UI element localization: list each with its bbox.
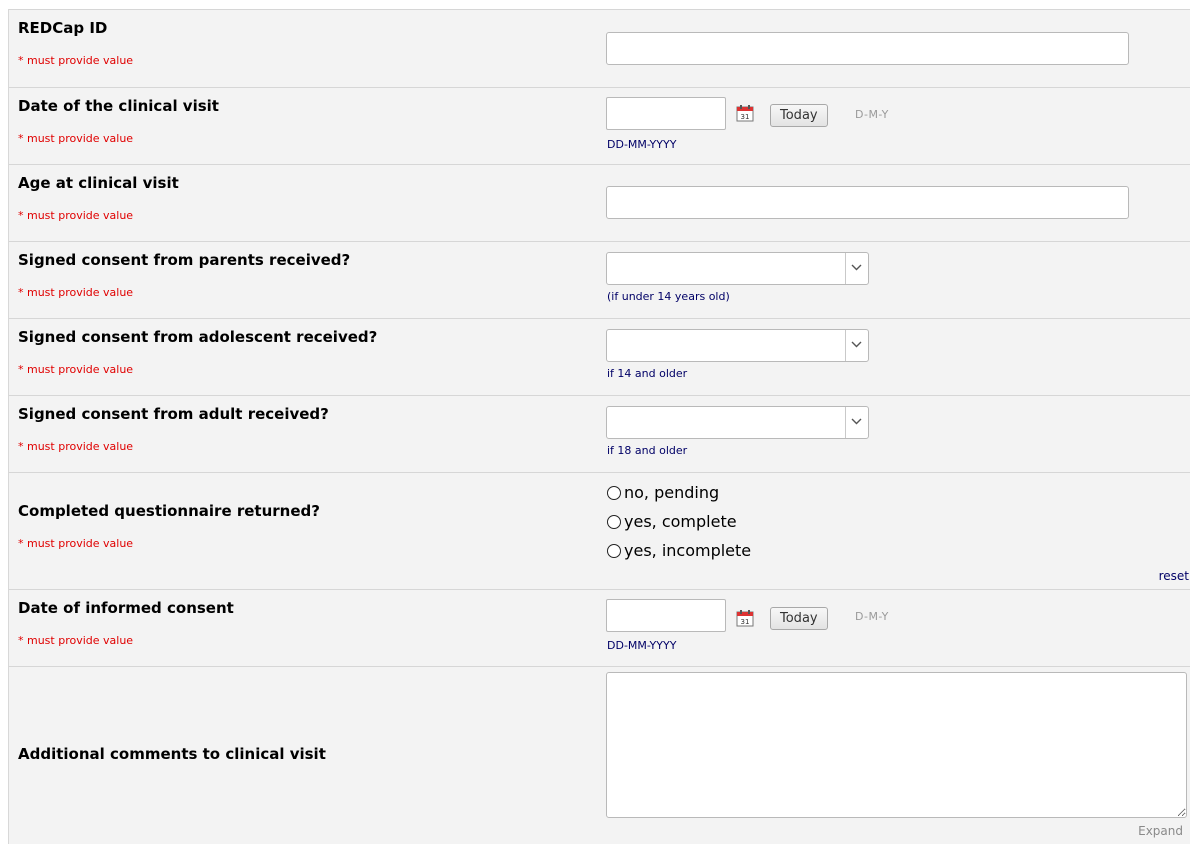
comments-expand-link[interactable]: Expand bbox=[1138, 824, 1183, 838]
age-input[interactable] bbox=[606, 186, 1129, 219]
consent-parents-note: (if under 14 years old) bbox=[607, 290, 730, 303]
radio-circle[interactable] bbox=[607, 543, 621, 558]
radio-yes-complete-label: yes, complete bbox=[624, 512, 737, 531]
radio-circle[interactable] bbox=[607, 514, 621, 529]
age-label: Age at clinical visit bbox=[18, 174, 179, 192]
chevron-down-icon[interactable] bbox=[845, 330, 868, 361]
visit-date-today-button[interactable]: Today bbox=[770, 104, 828, 127]
calendar-icon[interactable]: 31 bbox=[736, 104, 754, 122]
consent-date-format-note: DD-MM-YYYY bbox=[607, 639, 677, 652]
consent-adult-label: Signed consent from adult received? bbox=[18, 405, 329, 423]
consent-adolescent-select[interactable] bbox=[606, 329, 869, 362]
radio-yes-complete[interactable]: yes, complete bbox=[607, 512, 737, 531]
radio-no-pending-label: no, pending bbox=[624, 483, 720, 502]
questionnaire-reset-link[interactable]: reset bbox=[1159, 569, 1189, 583]
consent-adult-note: if 18 and older bbox=[607, 444, 688, 457]
questionnaire-label: Completed questionnaire returned? bbox=[18, 502, 320, 520]
data-entry-form: REDCap ID * must provide value Date of t… bbox=[8, 9, 1190, 844]
svg-text:31: 31 bbox=[741, 618, 750, 626]
consent-parents-required: * must provide value bbox=[18, 286, 134, 299]
svg-text:31: 31 bbox=[741, 113, 750, 121]
consent-date-label: Date of informed consent bbox=[18, 599, 234, 617]
calendar-icon[interactable]: 31 bbox=[736, 609, 754, 627]
consent-adult-required: * must provide value bbox=[18, 440, 134, 453]
row-consent-date: Date of informed consent * must provide … bbox=[9, 589, 1190, 666]
questionnaire-required: * must provide value bbox=[18, 537, 134, 550]
redcap-id-label: REDCap ID bbox=[18, 19, 108, 37]
visit-date-required: * must provide value bbox=[18, 132, 134, 145]
redcap-id-required: * must provide value bbox=[18, 54, 134, 67]
consent-adolescent-note: if 14 and older bbox=[607, 367, 688, 380]
consent-parents-select[interactable] bbox=[606, 252, 869, 285]
visit-date-input[interactable] bbox=[606, 97, 726, 130]
consent-date-today-button[interactable]: Today bbox=[770, 607, 828, 630]
comments-textarea[interactable] bbox=[606, 672, 1187, 818]
consent-adolescent-label: Signed consent from adolescent received? bbox=[18, 328, 378, 346]
row-visit-date: Date of the clinical visit * must provid… bbox=[9, 87, 1190, 164]
consent-parents-label: Signed consent from parents received? bbox=[18, 251, 351, 269]
redcap-id-input[interactable] bbox=[606, 32, 1129, 65]
consent-adolescent-required: * must provide value bbox=[18, 363, 134, 376]
chevron-down-icon[interactable] bbox=[845, 407, 868, 438]
row-consent-parents: Signed consent from parents received? * … bbox=[9, 241, 1190, 318]
radio-no-pending[interactable]: no, pending bbox=[607, 483, 719, 502]
visit-date-format-hint: D-M-Y bbox=[855, 108, 889, 121]
row-comments: Additional comments to clinical visit Ex… bbox=[9, 666, 1190, 844]
visit-date-format-note: DD-MM-YYYY bbox=[607, 138, 677, 151]
row-age: Age at clinical visit * must provide val… bbox=[9, 164, 1190, 241]
chevron-down-icon[interactable] bbox=[845, 253, 868, 284]
consent-date-input[interactable] bbox=[606, 599, 726, 632]
row-consent-adolescent: Signed consent from adolescent received?… bbox=[9, 318, 1190, 395]
age-required: * must provide value bbox=[18, 209, 134, 222]
radio-yes-incomplete[interactable]: yes, incomplete bbox=[607, 541, 751, 560]
row-consent-adult: Signed consent from adult received? * mu… bbox=[9, 395, 1190, 472]
comments-label: Additional comments to clinical visit bbox=[18, 745, 326, 763]
visit-date-label: Date of the clinical visit bbox=[18, 97, 219, 115]
consent-date-required: * must provide value bbox=[18, 634, 134, 647]
consent-date-format-hint: D-M-Y bbox=[855, 610, 889, 623]
row-questionnaire: Completed questionnaire returned? * must… bbox=[9, 472, 1190, 589]
radio-yes-incomplete-label: yes, incomplete bbox=[624, 541, 752, 560]
consent-adult-select[interactable] bbox=[606, 406, 869, 439]
row-redcap-id: REDCap ID * must provide value bbox=[9, 9, 1190, 87]
radio-circle[interactable] bbox=[607, 485, 621, 500]
